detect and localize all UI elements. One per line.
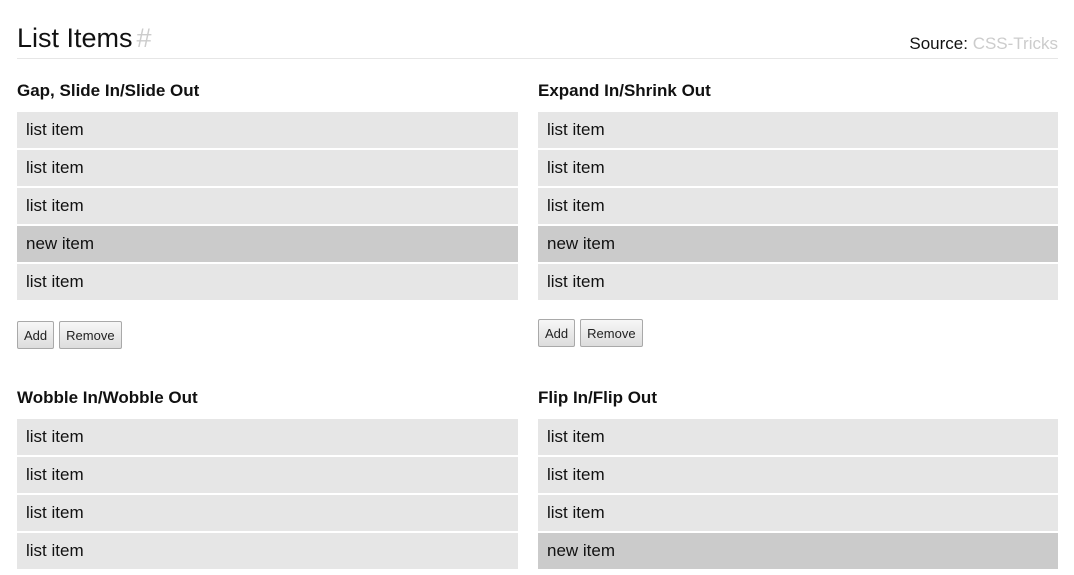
page-title-text: List Items bbox=[17, 23, 133, 53]
anchor-link[interactable]: # bbox=[137, 23, 152, 53]
section-expand-shrink: Expand In/Shrink Out list item list item… bbox=[538, 81, 1058, 347]
list-item[interactable]: list item bbox=[538, 495, 1058, 531]
page: List Items # Source: CSS-Tricks Gap, Slid… bbox=[0, 0, 1074, 575]
section-gap-slide: Gap, Slide In/Slide Out list item list i… bbox=[17, 81, 518, 349]
new-list-item[interactable]: new item bbox=[17, 226, 518, 262]
item-list: list item list item list item new item l… bbox=[17, 112, 518, 302]
list-item[interactable]: list item bbox=[538, 264, 1058, 300]
source-link[interactable]: CSS-Tricks bbox=[973, 34, 1058, 53]
button-group: Add Remove bbox=[538, 319, 643, 347]
source-credit: Source: CSS-Tricks bbox=[909, 34, 1058, 54]
section-heading: Gap, Slide In/Slide Out bbox=[17, 81, 200, 100]
list-item[interactable]: list item bbox=[17, 112, 518, 148]
item-list: list item list item list item new item bbox=[538, 419, 1058, 569]
source-label: Source: bbox=[909, 34, 968, 53]
remove-button[interactable]: Remove bbox=[59, 321, 122, 349]
list-item[interactable]: list item bbox=[17, 150, 518, 186]
new-list-item[interactable]: new item bbox=[538, 533, 1058, 569]
item-list: list item list item list item list item bbox=[17, 419, 518, 569]
list-item[interactable]: list item bbox=[17, 188, 518, 224]
page-title: List Items # bbox=[17, 22, 152, 54]
list-item[interactable]: list item bbox=[538, 150, 1058, 186]
list-item[interactable]: list item bbox=[538, 188, 1058, 224]
remove-button[interactable]: Remove bbox=[580, 319, 643, 347]
list-item[interactable]: list item bbox=[538, 457, 1058, 493]
section-heading: Flip In/Flip Out bbox=[538, 388, 657, 407]
page-header: List Items # Source: CSS-Tricks bbox=[17, 18, 1058, 59]
list-item[interactable]: list item bbox=[17, 533, 518, 569]
add-button[interactable]: Add bbox=[17, 321, 55, 349]
item-list: list item list item list item new item l… bbox=[538, 112, 1058, 302]
list-item[interactable]: list item bbox=[17, 495, 518, 531]
list-item[interactable]: list item bbox=[17, 419, 518, 455]
section-heading: Wobble In/Wobble Out bbox=[17, 388, 198, 407]
list-item[interactable]: list item bbox=[17, 264, 518, 300]
list-item[interactable]: list item bbox=[538, 419, 1058, 455]
section-heading: Expand In/Shrink Out bbox=[538, 81, 711, 100]
section-flip: Flip In/Flip Out list item list item lis… bbox=[538, 388, 1058, 569]
list-item[interactable]: list item bbox=[538, 112, 1058, 148]
list-item[interactable]: list item bbox=[17, 457, 518, 493]
add-button[interactable]: Add bbox=[538, 319, 576, 347]
button-group: Add Remove bbox=[17, 321, 122, 349]
section-wobble: Wobble In/Wobble Out list item list item… bbox=[17, 388, 518, 569]
new-list-item[interactable]: new item bbox=[538, 226, 1058, 262]
